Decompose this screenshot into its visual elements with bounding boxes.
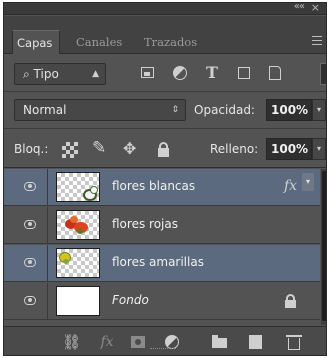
link-icon[interactable]: ⛓ (62, 334, 81, 350)
visibility-column (4, 283, 48, 319)
lock-row: Bloq.: ✎ ✥ Relleno: 100% ▾ (4, 130, 326, 168)
visibility-column (4, 245, 48, 281)
select-arrows-icon: ⇕ (171, 105, 179, 115)
opacity-label: Opacidad: (194, 103, 255, 117)
tab-trazados[interactable]: Trazados (140, 30, 201, 54)
opacity-dropdown-icon[interactable]: ▾ (312, 99, 326, 121)
resize-grip[interactable] (150, 348, 176, 350)
fill-label: Relleno: (210, 142, 259, 156)
filter-kind-label: Tipo (33, 67, 59, 81)
panel-menu-icon[interactable] (312, 36, 322, 45)
fill-field[interactable]: 100% (266, 138, 312, 160)
adjustment-filter-icon[interactable] (171, 64, 189, 82)
search-icon: ⌕ (23, 67, 34, 81)
layer-thumbnail (56, 172, 100, 202)
visibility-column (4, 169, 48, 205)
tab-canales[interactable]: Canales (72, 30, 126, 54)
tab-capas[interactable]: Capas (12, 30, 60, 54)
fill-dropdown-icon[interactable]: ▾ (312, 138, 326, 160)
fx-icon[interactable]: fx (98, 334, 116, 350)
panel-tab-bar: Capas Canales Trazados (4, 16, 326, 54)
layer-filter-row: ⌕ Tipo ▲ T (4, 55, 326, 92)
opacity-field[interactable]: 100% (266, 99, 312, 121)
layer-name: Fondo (112, 293, 149, 307)
layer-name: flores blancas (112, 179, 196, 193)
group-folder-icon[interactable] (211, 334, 229, 350)
layers-scrollbar[interactable] (321, 169, 326, 325)
layers-list: flores blancas fx ▾ flores rojas flores … (4, 169, 320, 325)
eye-icon[interactable] (24, 220, 36, 229)
eye-icon[interactable] (24, 296, 36, 305)
shape-filter-icon[interactable] (235, 64, 253, 82)
lock-position-icon[interactable]: ✥ (123, 141, 139, 157)
layer-name: flores amarillas (112, 255, 204, 269)
layer-mask-icon[interactable] (130, 334, 148, 350)
lock-transparency-icon[interactable] (62, 142, 78, 158)
visibility-column (4, 207, 48, 243)
new-layer-icon[interactable] (247, 334, 265, 350)
layers-panel: «« × Capas Canales Trazados ⌕ Tipo ▲ T N… (3, 2, 327, 356)
select-arrows-icon: ▲ (92, 69, 99, 79)
blend-mode-select[interactable]: Normal ⇕ (14, 99, 186, 121)
layer-row-flores-amarillas[interactable]: flores amarillas (4, 245, 320, 282)
layer-effects-icon[interactable]: fx (284, 178, 297, 194)
scrollbar-thumb[interactable] (322, 171, 326, 321)
layer-thumbnail (56, 248, 100, 278)
smart-object-filter-icon[interactable] (266, 64, 284, 82)
layer-thumbnail (56, 210, 100, 240)
layer-name: flores rojas (112, 217, 178, 231)
lock-image-pixels-icon[interactable]: ✎ (92, 140, 108, 157)
collapse-panel-icon[interactable]: «« (294, 3, 305, 12)
layer-row-flores-rojas[interactable]: flores rojas (4, 207, 320, 244)
eye-icon[interactable] (24, 182, 36, 191)
lock-all-icon[interactable] (155, 142, 171, 158)
filter-toggle-switch[interactable] (320, 63, 326, 85)
panel-titlebar: «« × (4, 3, 326, 15)
layer-thumbnail (56, 286, 100, 316)
eye-icon[interactable] (24, 258, 36, 267)
type-filter-icon[interactable]: T (203, 64, 221, 82)
bottom-toolbar: ⛓ fx (4, 326, 326, 355)
lock-label: Bloq.: (14, 142, 49, 156)
layer-row-flores-blancas[interactable]: flores blancas fx ▾ (4, 169, 320, 206)
expand-effects-icon[interactable]: ▾ (302, 173, 314, 191)
filter-kind-select[interactable]: ⌕ Tipo ▲ (14, 63, 106, 85)
lock-icon (284, 293, 298, 309)
layer-row-fondo[interactable]: Fondo (4, 283, 320, 320)
blend-mode-value: Normal (23, 103, 67, 117)
trash-icon[interactable] (285, 334, 303, 350)
close-panel-icon[interactable]: × (311, 3, 320, 14)
pixel-filter-icon[interactable] (139, 64, 157, 82)
blend-row: Normal ⇕ Opacidad: 100% ▾ (4, 93, 326, 129)
